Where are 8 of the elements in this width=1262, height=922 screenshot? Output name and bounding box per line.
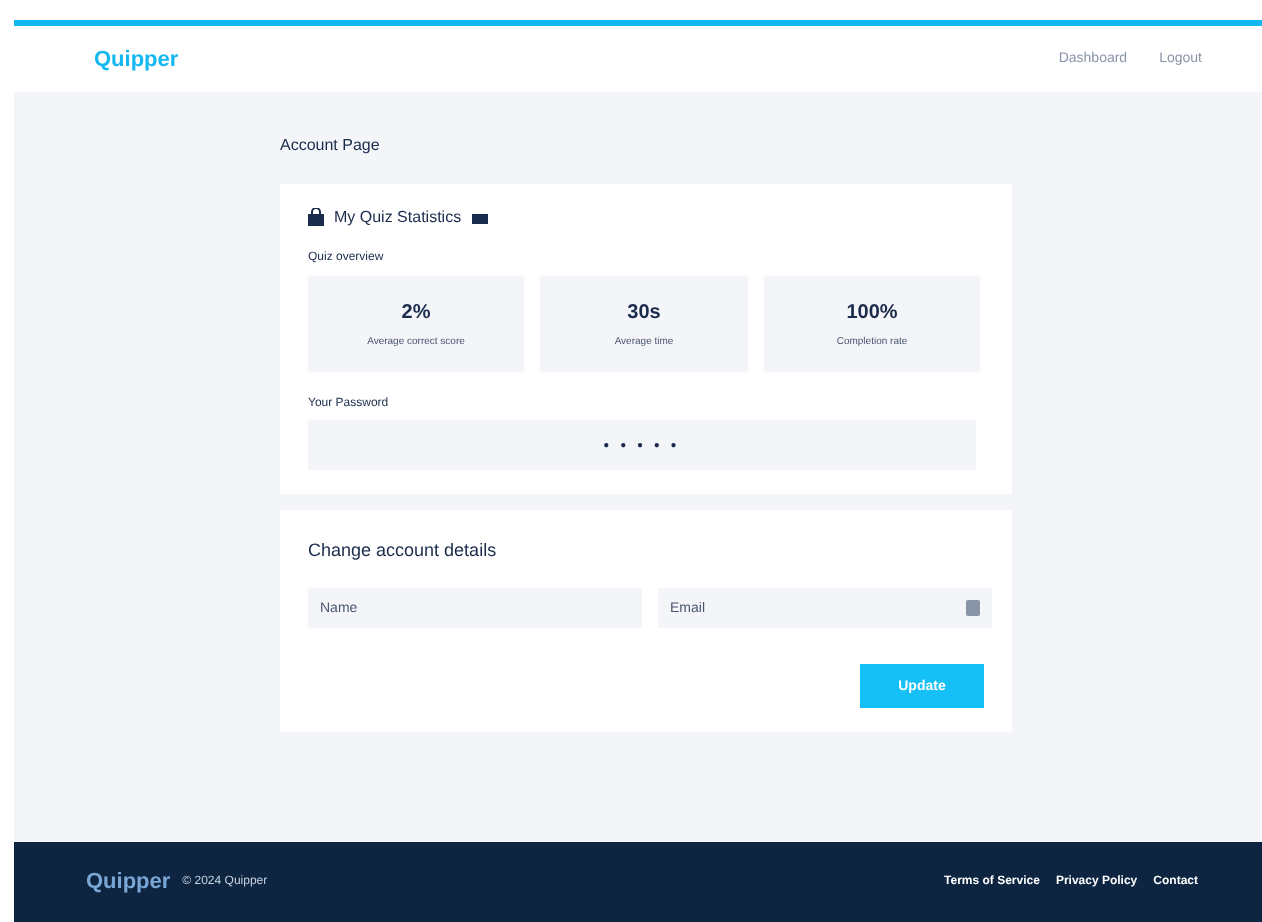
footer-logo[interactable]: Quipper [86, 870, 171, 894]
stat-value: 30s [627, 301, 661, 323]
card-title: My Quiz Statistics [334, 208, 462, 226]
stat-value: 100% [846, 301, 898, 323]
lock-icon [308, 208, 324, 226]
card-title: Change account details [308, 540, 499, 560]
page-title: Account Page [280, 136, 380, 154]
stat-value: 2% [401, 301, 431, 323]
